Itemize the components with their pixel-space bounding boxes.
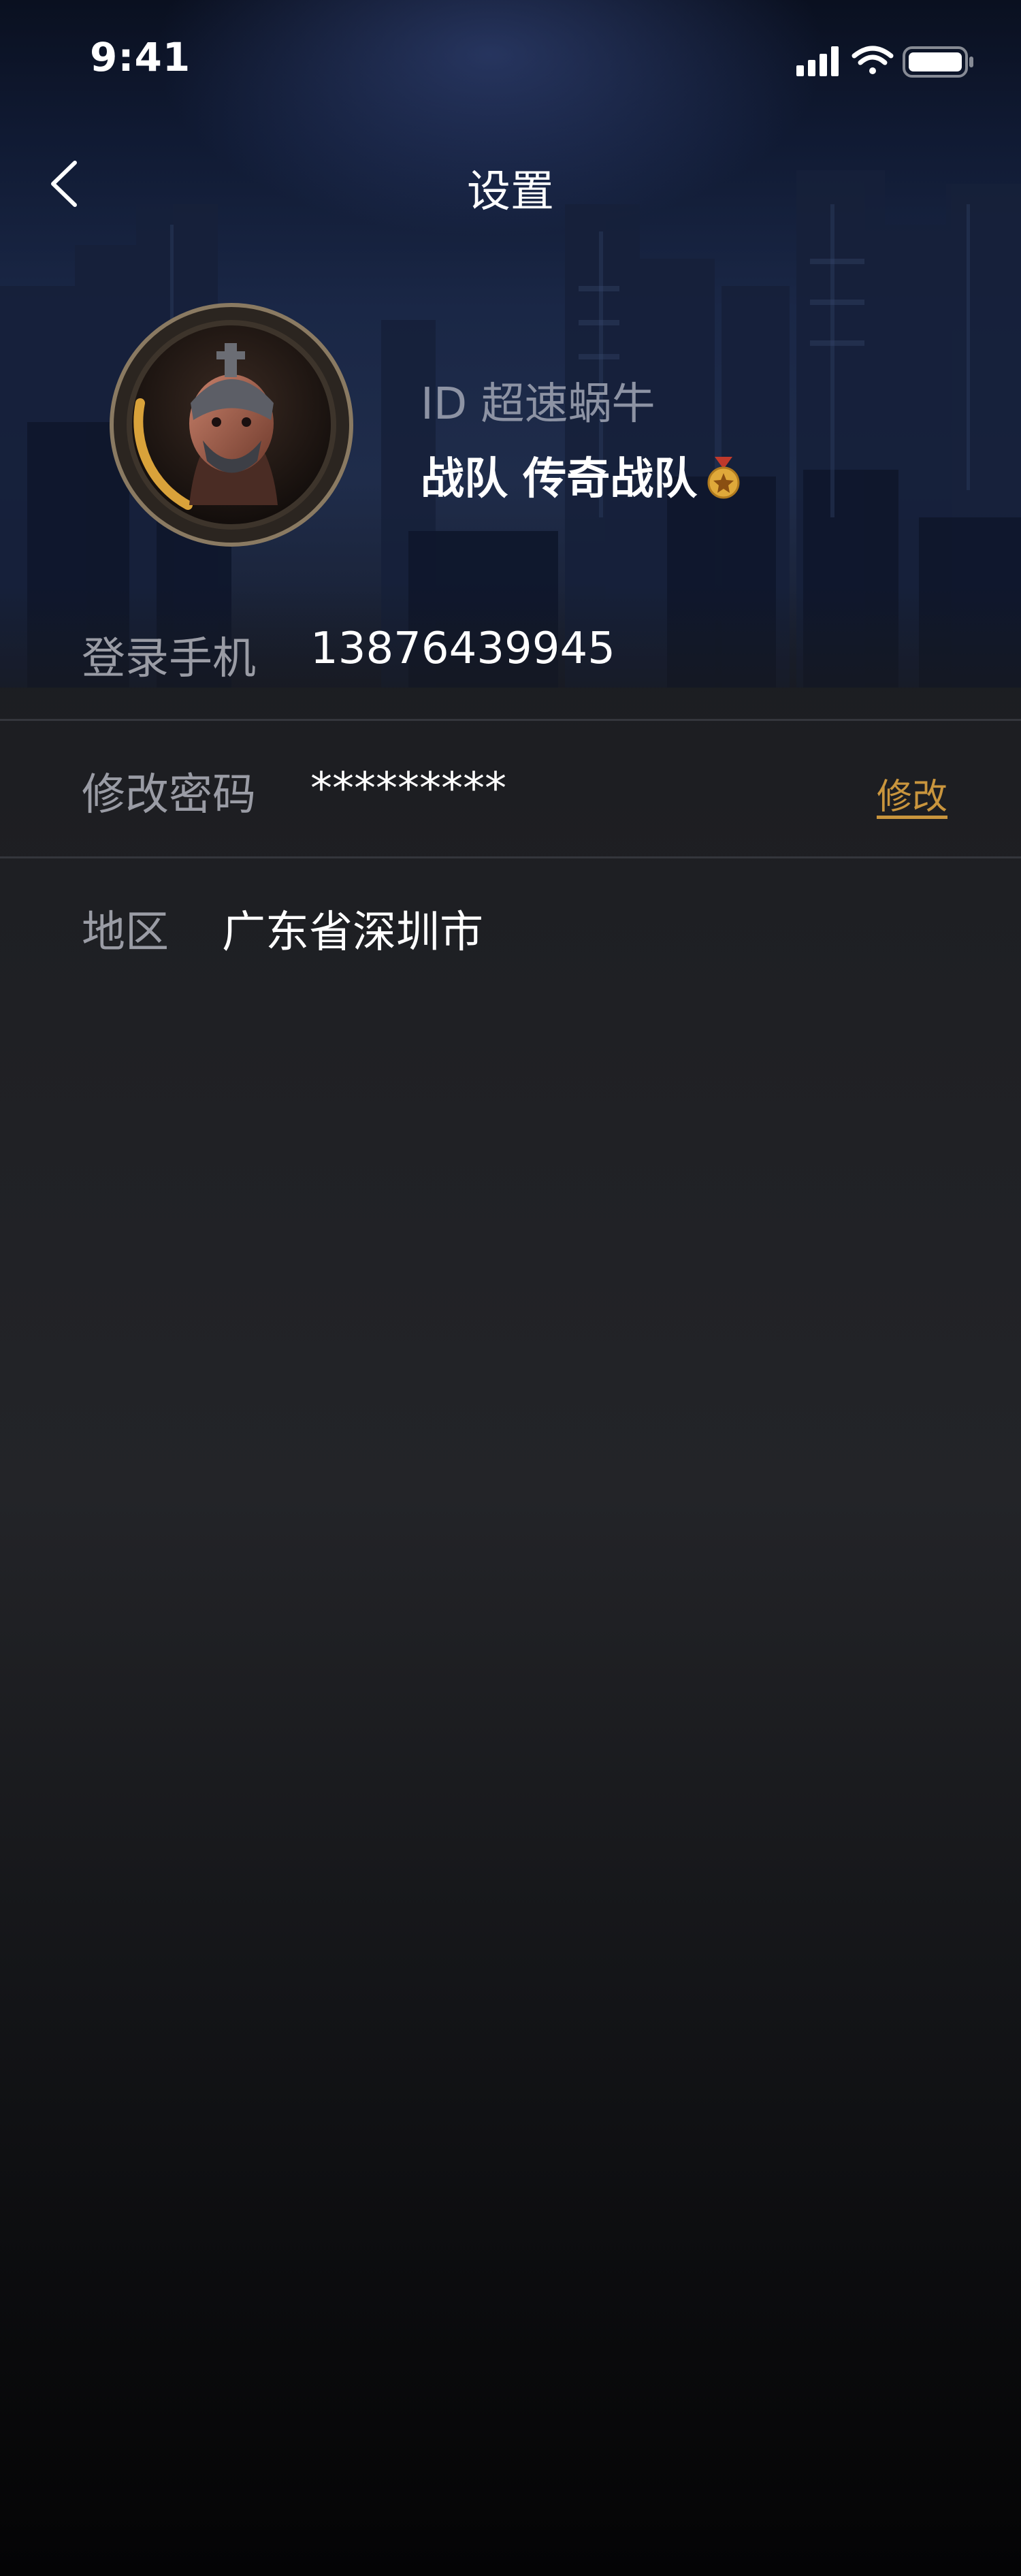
cellular-signal-icon — [796, 46, 839, 76]
password-row[interactable]: 修改密码 ********* 修改 — [0, 722, 1021, 858]
region-label: 地区 — [82, 907, 169, 958]
battery-icon — [903, 46, 973, 78]
divider — [0, 856, 1021, 858]
page-title: 设置 — [467, 167, 554, 217]
edit-password-link[interactable]: 修改 — [877, 768, 947, 819]
phone-label: 登录手机 — [82, 634, 256, 684]
wifi-icon — [852, 46, 894, 74]
status-time: 9:41 — [90, 34, 191, 80]
divider — [0, 719, 1021, 721]
password-value: ********* — [310, 764, 506, 814]
phone-row: 登录手机 13876439945 — [0, 585, 1021, 722]
team-label: 战队 传奇战队 — [421, 454, 698, 504]
password-label: 修改密码 — [82, 770, 256, 820]
region-row[interactable]: 地区 广东省深圳市 — [0, 859, 1021, 995]
phone-value: 13876439945 — [310, 624, 615, 674]
user-id: ID 超速蜗牛 — [421, 379, 655, 430]
medal-icon — [707, 457, 740, 499]
team-name: 战队 传奇战队 — [421, 444, 743, 506]
avatar-image — [110, 303, 353, 547]
region-value: 广东省深圳市 — [222, 907, 483, 958]
status-icons — [796, 46, 973, 78]
avatar[interactable] — [108, 301, 355, 549]
